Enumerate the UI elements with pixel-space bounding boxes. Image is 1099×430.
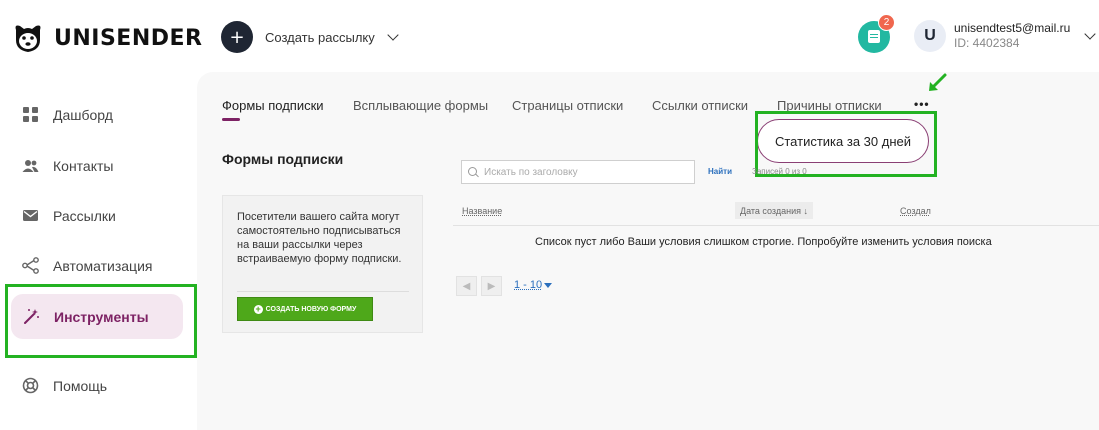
info-text: Посетители вашего сайта могут самостояте… bbox=[237, 211, 402, 265]
pagination-next-button[interactable]: ▶ bbox=[481, 276, 502, 296]
mail-icon bbox=[23, 210, 38, 221]
plus-icon: + bbox=[221, 21, 253, 53]
sidebar-item-dashboard[interactable]: Дашборд bbox=[22, 106, 113, 123]
help-icon bbox=[22, 377, 39, 394]
chevron-down-icon bbox=[387, 29, 399, 41]
create-campaign-label: Создать рассылку bbox=[265, 29, 375, 45]
page-range-label: 1 - 10 bbox=[514, 279, 543, 291]
info-panel: Посетители вашего сайта могут самостояте… bbox=[222, 195, 423, 333]
sidebar-item-help[interactable]: Помощь bbox=[22, 377, 107, 394]
tab-subscription-forms[interactable]: Формы подписки bbox=[222, 98, 324, 113]
tab-unsubscribe-pages[interactable]: Страницы отписки bbox=[512, 98, 623, 113]
column-header-author[interactable]: Создал bbox=[900, 206, 931, 216]
page-size-select[interactable]: 1 - 10 bbox=[514, 279, 553, 291]
contacts-icon bbox=[22, 160, 39, 172]
caret-down-icon bbox=[544, 282, 553, 288]
pagination-prev-button[interactable]: ◀ bbox=[456, 276, 477, 296]
create-new-form-label: СОЗДАТЬ НОВУЮ ФОРМУ bbox=[265, 305, 357, 313]
sidebar-item-automation[interactable]: Автоматизация bbox=[22, 257, 152, 274]
records-count: Записей 0 из 0 bbox=[752, 167, 807, 176]
create-new-form-button[interactable]: + СОЗДАТЬ НОВУЮ ФОРМУ bbox=[237, 297, 373, 321]
arrow-annotation-icon bbox=[929, 73, 947, 91]
search-input[interactable] bbox=[484, 166, 684, 178]
user-menu[interactable]: U unisendtest5@mail.ru ID: 4402384 bbox=[914, 20, 1096, 52]
automation-icon bbox=[22, 257, 39, 274]
brand-logo[interactable]: UNISENDER bbox=[10, 20, 202, 56]
empty-state-message: Список пуст либо Ваши условия слишком ст… bbox=[535, 236, 992, 248]
chevron-down-icon bbox=[1084, 28, 1096, 40]
create-campaign-button[interactable]: + Создать рассылку bbox=[221, 21, 399, 53]
page-title: Формы подписки bbox=[222, 151, 344, 167]
column-header-name[interactable]: Название bbox=[462, 206, 502, 216]
user-id: ID: 4402384 bbox=[954, 36, 1020, 50]
divider bbox=[453, 225, 1099, 226]
sidebar-item-label: Автоматизация bbox=[53, 257, 153, 274]
arrow-left-icon: ◀ bbox=[462, 280, 471, 292]
highlight-box-tools bbox=[5, 284, 197, 358]
divider bbox=[237, 291, 409, 292]
notification-icon bbox=[868, 30, 880, 43]
column-header-date-label: Дата создания ↓ bbox=[740, 205, 808, 216]
sidebar-item-label: Помощь bbox=[53, 377, 108, 394]
sidebar-item-label: Дашборд bbox=[53, 106, 113, 123]
plus-circle-icon: + bbox=[253, 303, 263, 314]
sidebar-item-contacts[interactable]: Контакты bbox=[22, 157, 113, 174]
brand-name: UNISENDER bbox=[54, 25, 203, 51]
sidebar-item-campaigns[interactable]: Рассылки bbox=[22, 207, 116, 224]
user-email: unisendtest5@mail.ru bbox=[954, 21, 1071, 35]
avatar: U bbox=[914, 20, 946, 52]
more-tabs-button[interactable]: ••• bbox=[914, 97, 930, 111]
tab-unsubscribe-links[interactable]: Ссылки отписки bbox=[652, 98, 748, 113]
notification-badge: 2 bbox=[878, 14, 895, 31]
active-tab-indicator bbox=[222, 118, 240, 121]
search-field[interactable] bbox=[461, 160, 695, 184]
tab-popup-forms[interactable]: Всплывающие формы bbox=[353, 98, 488, 113]
dashboard-icon bbox=[23, 107, 38, 122]
sidebar-item-label: Контакты bbox=[53, 157, 114, 174]
search-icon bbox=[468, 166, 479, 178]
find-button[interactable]: Найти bbox=[708, 167, 732, 176]
dog-logo-icon bbox=[15, 25, 41, 52]
arrow-right-icon: ▶ bbox=[487, 280, 496, 292]
column-header-date[interactable]: Дата создания ↓ bbox=[735, 202, 813, 219]
sidebar-item-label: Рассылки bbox=[53, 207, 116, 224]
